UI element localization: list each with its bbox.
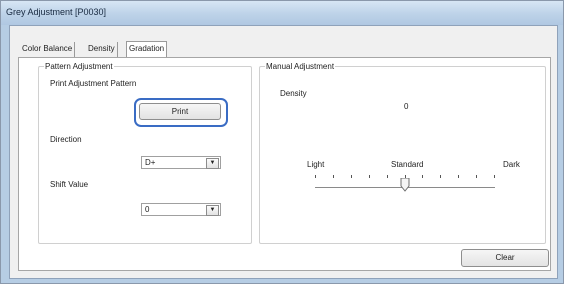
window: Grey Adjustment [P0030] Color Balance De… xyxy=(0,0,564,284)
slider-tick xyxy=(351,175,352,178)
slider-tick xyxy=(494,175,495,178)
manual-adjustment-legend: Manual Adjustment xyxy=(266,62,335,71)
print-button[interactable]: Print xyxy=(139,103,221,120)
tab-gradation[interactable]: Gradation xyxy=(126,41,168,58)
shift-value-select[interactable]: 0 ▼ xyxy=(141,203,221,216)
direction-label: Direction xyxy=(50,135,82,144)
chevron-down-icon[interactable]: ▼ xyxy=(206,205,219,216)
slider-thumb[interactable] xyxy=(400,178,410,192)
density-panel: Pattern Adjustment Print Adjustment Patt… xyxy=(18,57,551,271)
slider-standard-label: Standard xyxy=(391,160,424,169)
density-label: Density xyxy=(280,89,307,98)
print-adjustment-pattern-label: Print Adjustment Pattern xyxy=(50,79,137,88)
pattern-adjustment-group: Pattern Adjustment xyxy=(38,62,252,244)
slider-tick xyxy=(440,175,441,178)
shift-value: 0 xyxy=(145,205,150,214)
tab-gradation-label: Gradation xyxy=(129,44,165,53)
density-slider[interactable] xyxy=(315,170,495,196)
chevron-down-icon[interactable]: ▼ xyxy=(206,158,219,169)
shift-value-label: Shift Value xyxy=(50,180,89,189)
direction-value: D+ xyxy=(145,158,156,167)
window-title: Grey Adjustment [P0030] xyxy=(6,7,107,17)
tab-density[interactable]: Density xyxy=(86,42,118,57)
pattern-adjustment-legend: Pattern Adjustment xyxy=(45,62,113,71)
slider-tick xyxy=(315,175,316,178)
dialog-client: Color Balance Density Gradation Pattern … xyxy=(9,25,558,279)
density-value: 0 xyxy=(404,102,409,111)
slider-light-label: Light xyxy=(307,160,325,169)
slider-tick xyxy=(422,175,423,178)
slider-tick xyxy=(369,175,370,178)
slider-dark-label: Dark xyxy=(503,160,520,169)
slider-tick xyxy=(333,175,334,178)
slider-tick xyxy=(476,175,477,178)
clear-button[interactable]: Clear xyxy=(461,249,549,267)
direction-select[interactable]: D+ ▼ xyxy=(141,156,221,169)
tab-color-balance[interactable]: Color Balance xyxy=(20,42,76,57)
slider-tick xyxy=(387,175,388,178)
tab-density-label: Density xyxy=(88,44,115,53)
slider-tick xyxy=(458,175,459,178)
title-bar[interactable]: Grey Adjustment [P0030] xyxy=(1,1,563,25)
tab-color-balance-label: Color Balance xyxy=(22,44,73,53)
